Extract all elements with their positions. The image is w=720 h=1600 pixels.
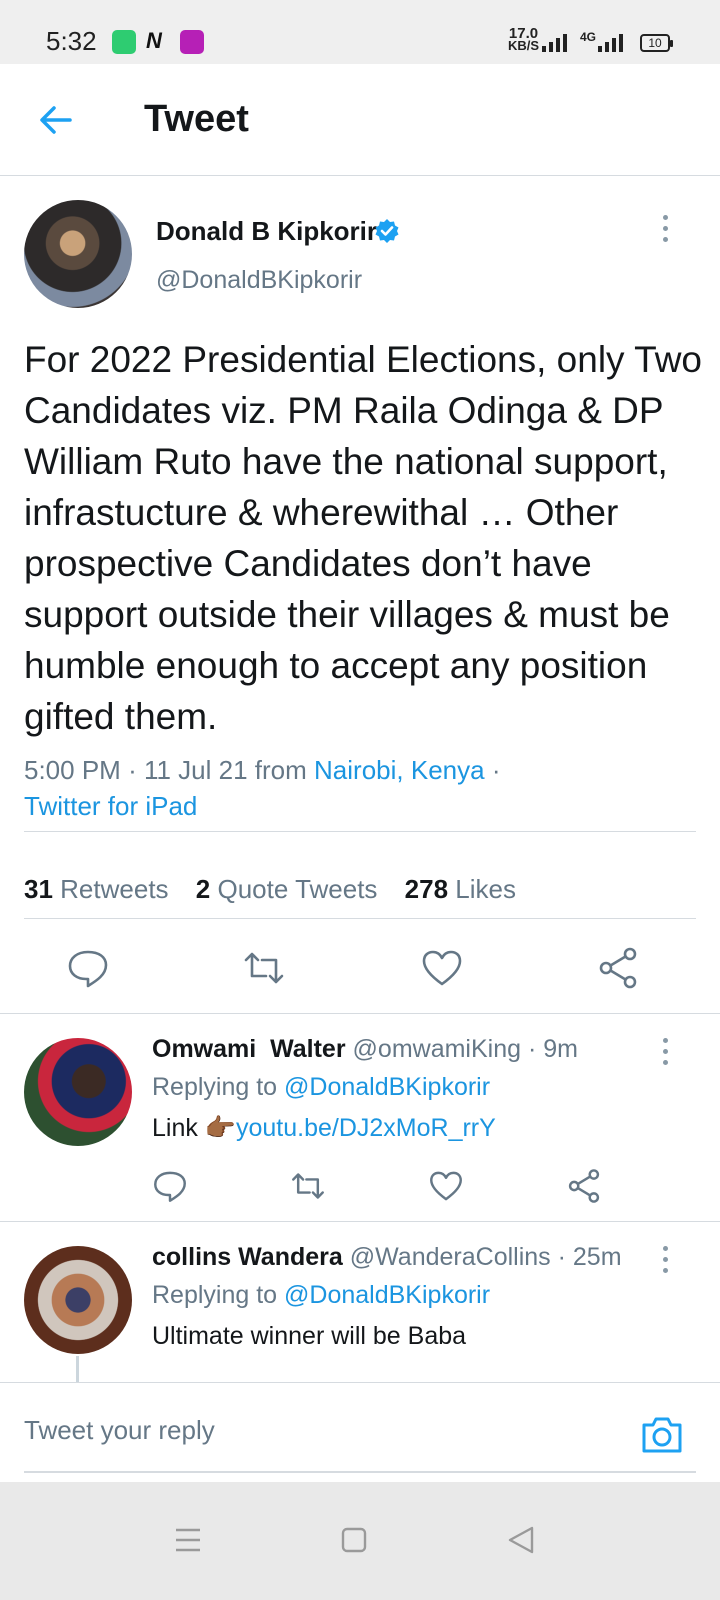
input-underline	[24, 1471, 696, 1473]
reply-header[interactable]: collins Wandera @WanderaCollins · 25m	[152, 1243, 622, 1272]
divider	[24, 831, 696, 832]
retweet-icon[interactable]	[290, 1168, 326, 1204]
share-icon[interactable]	[566, 1168, 602, 1204]
verified-badge-icon	[375, 219, 399, 243]
page-title: Tweet	[144, 98, 249, 140]
reply-more-options-icon[interactable]	[663, 1246, 671, 1279]
like-heart-icon[interactable]	[428, 1168, 464, 1204]
tweet-location-link[interactable]: Nairobi, Kenya	[314, 755, 485, 785]
tweet-time: 5:00 PM	[24, 755, 121, 785]
author-handle[interactable]: @DonaldBKipkorir	[156, 266, 362, 295]
reply-author-name: collins Wandera	[152, 1243, 343, 1271]
system-nav-bar	[0, 1482, 720, 1600]
back-arrow-icon[interactable]	[36, 100, 76, 140]
tweet-date: 11 Jul 21	[143, 755, 248, 785]
reply-text: Ultimate winner will be Baba	[152, 1322, 467, 1350]
replying-to: Replying to @DonaldBKipkorir	[152, 1281, 491, 1309]
menu-icon[interactable]	[168, 1520, 208, 1560]
reply-author-handle: @WanderaCollins	[349, 1243, 551, 1271]
more-options-icon[interactable]	[663, 215, 671, 248]
battery-icon: 10	[640, 34, 673, 52]
author-avatar[interactable]	[24, 200, 132, 308]
replying-to-handle-link[interactable]: @DonaldBKipkorir	[284, 1281, 490, 1309]
back-triangle-icon[interactable]	[502, 1520, 542, 1560]
retweets-stat[interactable]: 31 Retweets	[24, 874, 169, 904]
tweet-text: For 2022 Presidential Elections, only Tw…	[24, 339, 703, 737]
section-divider	[0, 1221, 720, 1222]
download-app-icon	[180, 30, 204, 54]
pointing-emoji: 👉🏾	[204, 1114, 236, 1142]
reply-text: Link 👉🏾youtu.be/DJ2xMoR_rrY	[152, 1114, 496, 1142]
top-app-bar: Tweet	[0, 64, 720, 176]
replying-to-handle-link[interactable]: @DonaldBKipkorir	[284, 1073, 490, 1101]
section-divider	[0, 1013, 720, 1014]
camera-icon[interactable]	[640, 1413, 684, 1455]
n-app-icon: N	[146, 28, 162, 53]
reply-input[interactable]: Tweet your reply	[24, 1415, 215, 1446]
battery-saver-app-icon	[112, 30, 136, 54]
signal-icon	[542, 34, 567, 52]
reply-icon[interactable]	[66, 946, 110, 990]
reply-composer: Tweet your reply	[0, 1382, 720, 1482]
signal-4g-icon	[598, 34, 623, 52]
reply-header[interactable]: Omwami Walter @omwamiKing · 9m	[152, 1035, 578, 1064]
tweet-meta: 5:00 PM · 11 Jul 21 from Nairobi, Kenya …	[24, 755, 501, 821]
status-time: 5:32	[46, 26, 97, 56]
likes-stat[interactable]: 278 Likes	[405, 874, 516, 904]
tweet-stats: 31 Retweets 2 Quote Tweets 278 Likes	[24, 874, 536, 905]
reply-avatar[interactable]	[24, 1038, 132, 1146]
reply-more-options-icon[interactable]	[663, 1038, 671, 1071]
tweet-actions	[0, 947, 720, 1028]
reply-age: 9m	[543, 1035, 578, 1063]
author-name[interactable]: Donald B Kipkorir	[156, 216, 377, 247]
retweet-icon[interactable]	[242, 946, 286, 990]
share-icon[interactable]	[596, 946, 640, 990]
reply-avatar[interactable]	[24, 1246, 132, 1354]
reply-icon[interactable]	[152, 1168, 188, 1204]
network-type: 4G	[580, 30, 597, 44]
reply-author-name: Omwami Walter	[152, 1035, 346, 1063]
network-speed: 17.0 KB/S	[508, 25, 540, 53]
like-heart-icon[interactable]	[420, 946, 464, 990]
status-bar: 5:32 N 17.0 KB/S 4G 10	[0, 0, 720, 64]
reply-link[interactable]: youtu.be/DJ2xMoR_rrY	[236, 1114, 496, 1142]
tweet-source-link[interactable]: Twitter for iPad	[24, 791, 197, 821]
reply-age: 25m	[572, 1243, 622, 1271]
divider	[24, 918, 696, 919]
home-square-icon[interactable]	[334, 1520, 374, 1560]
reply-author-handle: @omwamiKing	[352, 1035, 522, 1063]
replying-to: Replying to @DonaldBKipkorir	[152, 1073, 491, 1101]
quote-tweets-stat[interactable]: 2 Quote Tweets	[196, 874, 378, 904]
